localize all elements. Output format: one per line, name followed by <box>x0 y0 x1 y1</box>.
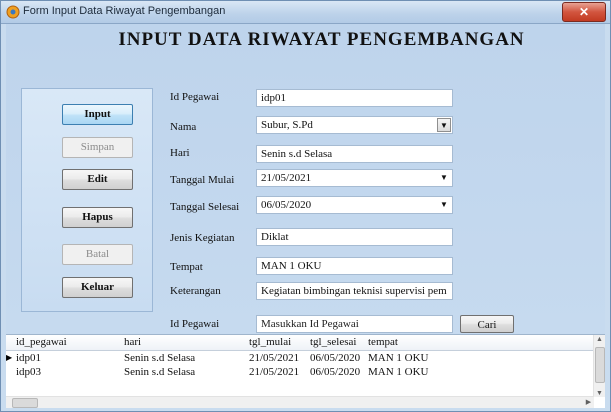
button-panel: Input Simpan Edit Hapus Batal Keluar <box>21 88 153 312</box>
data-grid[interactable]: id_pegawai hari tgl_mulai tgl_selesai te… <box>6 334 605 408</box>
vertical-scrollbar[interactable]: ▲ ▼ <box>593 335 605 397</box>
keterangan-field[interactable]: Kegiatan bimbingan teknisi supervisi pem <box>256 282 453 300</box>
grid-header: id_pegawai hari tgl_mulai tgl_selesai te… <box>6 335 594 351</box>
cell-tgl-selesai[interactable]: 06/05/2020 <box>310 365 360 379</box>
search-id-pegawai-label: Id Pegawai <box>170 318 220 330</box>
cell-tempat[interactable]: MAN 1 OKU <box>368 365 429 379</box>
scroll-up-icon[interactable]: ▲ <box>594 335 605 343</box>
cell-tgl-selesai[interactable]: 06/05/2020 <box>310 351 360 365</box>
tanggal-selesai-label: Tanggal Selesai <box>170 201 240 213</box>
title-bar[interactable]: Form Input Data Riwayat Pengembangan ✕ <box>1 1 610 24</box>
keterangan-label: Keterangan <box>170 285 221 297</box>
cell-tgl-mulai[interactable]: 21/05/2021 <box>249 365 299 379</box>
id-pegawai-label: Id Pegawai <box>170 91 220 103</box>
app-icon <box>6 5 20 19</box>
tanggal-selesai-picker[interactable]: 06/05/2020 ▼ <box>256 196 453 214</box>
scroll-thumb[interactable] <box>12 398 38 408</box>
cell-id-pegawai[interactable]: idp03 <box>16 365 41 379</box>
cari-button[interactable]: Cari <box>460 315 514 333</box>
column-header[interactable]: tempat <box>368 336 398 348</box>
window-title: Form Input Data Riwayat Pengembangan <box>23 5 226 17</box>
form-area: INPUT DATA RIWAYAT PENGEMBANGAN Input Si… <box>6 24 605 334</box>
cell-hari[interactable]: Senin s.d Selasa <box>124 351 195 365</box>
column-header[interactable]: tgl_selesai <box>310 336 356 348</box>
chevron-down-icon[interactable]: ▼ <box>437 118 451 132</box>
table-row[interactable]: ▶ idp01 Senin s.d Selasa 21/05/2021 06/0… <box>6 351 594 365</box>
simpan-button[interactable]: Simpan <box>62 137 133 158</box>
tanggal-mulai-picker[interactable]: 21/05/2021 ▼ <box>256 169 453 187</box>
scroll-right-icon[interactable]: ▶ <box>583 398 594 406</box>
cell-hari[interactable]: Senin s.d Selasa <box>124 365 195 379</box>
scroll-down-icon[interactable]: ▼ <box>594 389 605 397</box>
id-pegawai-field[interactable]: idp01 <box>256 89 453 107</box>
client-area: INPUT DATA RIWAYAT PENGEMBANGAN Input Si… <box>6 24 605 408</box>
page-title: INPUT DATA RIWAYAT PENGEMBANGAN <box>118 29 525 50</box>
tanggal-mulai-value: 21/05/2021 <box>261 172 312 184</box>
hapus-button[interactable]: Hapus <box>62 207 133 228</box>
search-input[interactable]: Masukkan Id Pegawai <box>256 315 453 333</box>
chevron-down-icon[interactable]: ▼ <box>437 171 451 185</box>
cell-tgl-mulai[interactable]: 21/05/2021 <box>249 351 299 365</box>
batal-button[interactable]: Batal <box>62 244 133 265</box>
column-header[interactable]: hari <box>124 336 141 348</box>
app-window: Form Input Data Riwayat Pengembangan ✕ I… <box>0 0 611 412</box>
nama-combo[interactable]: Subur, S.Pd ▼ <box>256 116 453 134</box>
cell-id-pegawai[interactable]: idp01 <box>16 351 41 365</box>
close-button[interactable]: ✕ <box>562 2 606 22</box>
column-header[interactable]: id_pegawai <box>16 336 67 348</box>
keluar-button[interactable]: Keluar <box>62 277 133 298</box>
nama-value: Subur, S.Pd <box>261 119 313 131</box>
horizontal-scrollbar[interactable]: ▶ <box>6 396 594 408</box>
tempat-field[interactable]: MAN 1 OKU <box>256 257 453 275</box>
input-button[interactable]: Input <box>62 104 133 125</box>
chevron-down-icon[interactable]: ▼ <box>437 198 451 212</box>
tempat-label: Tempat <box>170 261 203 273</box>
cell-tempat[interactable]: MAN 1 OKU <box>368 351 429 365</box>
tanggal-mulai-label: Tanggal Mulai <box>170 174 235 186</box>
tanggal-selesai-value: 06/05/2020 <box>261 199 312 211</box>
table-row[interactable]: idp03 Senin s.d Selasa 21/05/2021 06/05/… <box>6 365 594 379</box>
close-icon: ✕ <box>578 5 590 19</box>
scroll-thumb[interactable] <box>595 347 605 383</box>
hari-field[interactable]: Senin s.d Selasa <box>256 145 453 163</box>
nama-label: Nama <box>170 121 197 133</box>
row-selector-icon: ▶ <box>6 353 13 362</box>
edit-button[interactable]: Edit <box>62 169 133 190</box>
jenis-kegiatan-field[interactable]: Diklat <box>256 228 453 246</box>
jenis-kegiatan-label: Jenis Kegiatan <box>170 232 235 244</box>
hari-label: Hari <box>170 147 190 159</box>
column-header[interactable]: tgl_mulai <box>249 336 291 348</box>
